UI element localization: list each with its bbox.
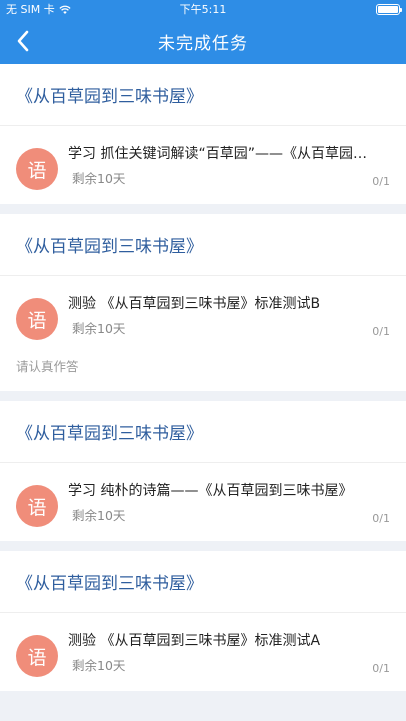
task-item[interactable]: 语 学习 抓住关键词解读“百草园”——《从百草园到三味书屋》 剩余10天 0/1 bbox=[16, 126, 390, 204]
task-progress: 0/1 bbox=[372, 662, 390, 675]
wifi-icon bbox=[59, 5, 71, 14]
task-card: 《从百草园到三味书屋》 语 学习 抓住关键词解读“百草园”——《从百草园到三味书… bbox=[0, 64, 406, 204]
card-header[interactable]: 《从百草园到三味书屋》 bbox=[0, 401, 406, 463]
task-progress: 0/1 bbox=[372, 325, 390, 338]
page-title: 未完成任务 bbox=[158, 33, 248, 54]
carrier-label: 无 SIM 卡 bbox=[6, 3, 55, 16]
subject-avatar: 语 bbox=[16, 485, 58, 527]
task-title: 测验 《从百草园到三味书屋》标准测试B bbox=[68, 296, 321, 312]
status-left: 无 SIM 卡 bbox=[6, 1, 71, 17]
task-note: 请认真作答 bbox=[16, 359, 79, 374]
task-remaining: 剩余10天 bbox=[72, 171, 126, 186]
task-body: 学习 纯朴的诗篇——《从百草园到三味书屋》 剩余10天 bbox=[68, 481, 390, 524]
task-body: 测验 《从百草园到三味书屋》标准测试A 剩余10天 bbox=[68, 631, 390, 674]
task-card: 《从百草园到三味书屋》 语 测验 《从百草园到三味书屋》标准测试A 剩余10天 … bbox=[0, 551, 406, 691]
book-title: 《从百草园到三味书屋》 bbox=[16, 87, 203, 107]
task-body: 测验 《从百草园到三味书屋》标准测试B 剩余10天 bbox=[68, 294, 390, 337]
task-card: 《从百草园到三味书屋》 语 学习 纯朴的诗篇——《从百草园到三味书屋》 剩余10… bbox=[0, 401, 406, 541]
task-item[interactable]: 语 学习 纯朴的诗篇——《从百草园到三味书屋》 剩余10天 0/1 bbox=[16, 463, 390, 541]
subject-avatar: 语 bbox=[16, 635, 58, 677]
back-button[interactable] bbox=[8, 26, 38, 56]
book-title: 《从百草园到三味书屋》 bbox=[16, 424, 203, 444]
book-title: 《从百草园到三味书屋》 bbox=[16, 237, 203, 257]
task-item[interactable]: 语 测验 《从百草园到三味书屋》标准测试A 剩余10天 0/1 bbox=[16, 613, 390, 691]
nav-bar: 未完成任务 bbox=[0, 18, 406, 64]
card-header[interactable]: 《从百草园到三味书屋》 bbox=[0, 64, 406, 126]
battery-icon bbox=[376, 3, 402, 15]
task-list: 《从百草园到三味书屋》 语 学习 抓住关键词解读“百草园”——《从百草园到三味书… bbox=[0, 64, 406, 691]
task-remaining: 剩余10天 bbox=[72, 321, 126, 336]
task-remaining: 剩余10天 bbox=[72, 658, 126, 673]
task-card: 《从百草园到三味书屋》 语 测验 《从百草园到三味书屋》标准测试B 剩余10天 … bbox=[0, 214, 406, 391]
subject-avatar: 语 bbox=[16, 298, 58, 340]
subject-avatar: 语 bbox=[16, 148, 58, 190]
book-title: 《从百草园到三味书屋》 bbox=[16, 574, 203, 594]
task-progress: 0/1 bbox=[372, 512, 390, 525]
status-time: 下午5:11 bbox=[179, 3, 227, 16]
task-title: 学习 纯朴的诗篇——《从百草园到三味书屋》 bbox=[68, 483, 353, 499]
chevron-left-icon bbox=[17, 30, 29, 52]
task-item[interactable]: 语 测验 《从百草园到三味书屋》标准测试B 剩余10天 0/1 bbox=[16, 276, 390, 354]
task-body: 学习 抓住关键词解读“百草园”——《从百草园到三味书屋》 剩余10天 bbox=[68, 144, 390, 187]
task-title: 学习 抓住关键词解读“百草园”——《从百草园到三味书屋》 bbox=[68, 146, 380, 162]
task-title: 测验 《从百草园到三味书屋》标准测试A bbox=[68, 633, 321, 649]
card-header[interactable]: 《从百草园到三味书屋》 bbox=[0, 551, 406, 613]
card-header[interactable]: 《从百草园到三味书屋》 bbox=[0, 214, 406, 276]
status-bar: 无 SIM 卡 下午5:11 bbox=[0, 0, 406, 18]
task-progress: 0/1 bbox=[372, 175, 390, 188]
task-remaining: 剩余10天 bbox=[72, 508, 126, 523]
